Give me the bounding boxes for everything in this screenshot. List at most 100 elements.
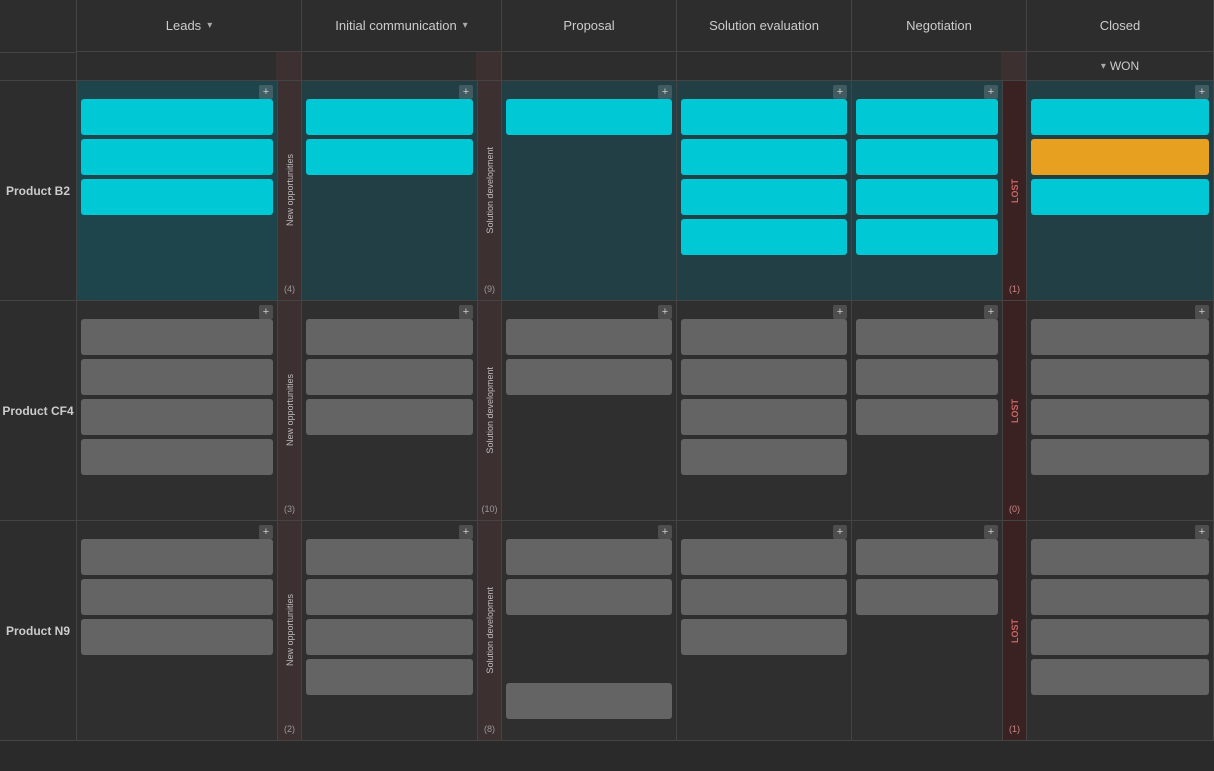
cf4-won-card-4[interactable] bbox=[1031, 439, 1209, 475]
cf4-sol-eval-add[interactable]: + bbox=[833, 305, 847, 319]
cf4-won-card-3[interactable] bbox=[1031, 399, 1209, 435]
product-cf4-label: Product CF4 bbox=[0, 301, 77, 520]
n9-sol-eval-card-1[interactable] bbox=[681, 539, 847, 575]
n9-sol-eval-add[interactable]: + bbox=[833, 525, 847, 539]
b2-won-card-3[interactable] bbox=[1031, 179, 1209, 215]
n9-new-opp-sublane: New opportunities (2) bbox=[277, 521, 302, 740]
b2-won-add[interactable]: + bbox=[1195, 85, 1209, 99]
b2-negotiation-add[interactable]: + bbox=[984, 85, 998, 99]
n9-won-card-1[interactable] bbox=[1031, 539, 1209, 575]
cf4-won-card-1[interactable] bbox=[1031, 319, 1209, 355]
b2-initial-add[interactable]: + bbox=[459, 85, 473, 99]
cf4-leads-card-1[interactable] bbox=[81, 319, 273, 355]
n9-negotiation-add[interactable]: + bbox=[984, 525, 998, 539]
cf4-leads-card-3[interactable] bbox=[81, 399, 273, 435]
n9-sol-dev-label: Solution development bbox=[485, 587, 495, 674]
n9-sol-eval-lane: + bbox=[677, 521, 852, 740]
n9-initial-card-1[interactable] bbox=[306, 539, 473, 575]
n9-initial-card-3[interactable] bbox=[306, 619, 473, 655]
cf4-lost-sublane: LOST (0) bbox=[1002, 301, 1027, 520]
n9-sol-eval-card-2[interactable] bbox=[681, 579, 847, 615]
b2-initial-card-1[interactable] bbox=[306, 99, 473, 135]
b2-neg-card-4[interactable] bbox=[856, 219, 998, 255]
b2-proposal-add[interactable]: + bbox=[658, 85, 672, 99]
cf4-proposal-card-1[interactable] bbox=[506, 319, 672, 355]
cf4-sol-eval-card-4[interactable] bbox=[681, 439, 847, 475]
cf4-leads-card-4[interactable] bbox=[81, 439, 273, 475]
n9-won-card-3[interactable] bbox=[1031, 619, 1209, 655]
cf4-neg-card-3[interactable] bbox=[856, 399, 998, 435]
b2-won-card-1[interactable] bbox=[1031, 99, 1209, 135]
n9-leads-card-3[interactable] bbox=[81, 619, 273, 655]
b2-proposal-card-1[interactable] bbox=[506, 99, 672, 135]
n9-negotiation-lane: + bbox=[852, 521, 1002, 740]
n9-sol-eval-card-3[interactable] bbox=[681, 619, 847, 655]
n9-won-card-4[interactable] bbox=[1031, 659, 1209, 695]
closed-header-label: Closed bbox=[1100, 18, 1140, 33]
n9-initial-card-4[interactable] bbox=[306, 659, 473, 695]
n9-neg-card-2[interactable] bbox=[856, 579, 998, 615]
cf4-neg-card-1[interactable] bbox=[856, 319, 998, 355]
b2-sol-dev-sublane: Solution development (9) bbox=[477, 81, 502, 300]
n9-initial-card-2[interactable] bbox=[306, 579, 473, 615]
closed-chevron-icon[interactable]: ▾ bbox=[1101, 61, 1106, 72]
n9-lost-count: (1) bbox=[1009, 724, 1020, 734]
n9-lost-sublane: LOST (1) bbox=[1002, 521, 1027, 740]
b2-initial-card-2[interactable] bbox=[306, 139, 473, 175]
b2-leads-card-1[interactable] bbox=[81, 99, 273, 135]
solution-eval-header-label: Solution evaluation bbox=[709, 18, 819, 33]
b2-sol-eval-card-3[interactable] bbox=[681, 179, 847, 215]
cf4-sol-eval-card-1[interactable] bbox=[681, 319, 847, 355]
b2-leads-card-2[interactable] bbox=[81, 139, 273, 175]
b2-won-card-2[interactable] bbox=[1031, 139, 1209, 175]
b2-neg-card-1[interactable] bbox=[856, 99, 998, 135]
b2-sol-eval-card-2[interactable] bbox=[681, 139, 847, 175]
product-n9-label: Product N9 bbox=[0, 521, 77, 740]
b2-sol-eval-add[interactable]: + bbox=[833, 85, 847, 99]
cf4-leads-card-2[interactable] bbox=[81, 359, 273, 395]
b2-lost-label: LOST bbox=[1010, 179, 1020, 203]
cf4-leads-add[interactable]: + bbox=[259, 305, 273, 319]
b2-neg-card-2[interactable] bbox=[856, 139, 998, 175]
n9-proposal-card-2[interactable] bbox=[506, 579, 672, 615]
initial-chevron-icon[interactable]: ▾ bbox=[463, 20, 468, 31]
cf4-proposal-add[interactable]: + bbox=[658, 305, 672, 319]
n9-new-opp-count: (2) bbox=[284, 724, 295, 734]
cf4-initial-add[interactable]: + bbox=[459, 305, 473, 319]
cf4-leads-lane: + bbox=[77, 301, 277, 520]
b2-leads-add[interactable]: + bbox=[259, 85, 273, 99]
n9-won-add[interactable]: + bbox=[1195, 525, 1209, 539]
b2-sol-eval-card-1[interactable] bbox=[681, 99, 847, 135]
cf4-initial-card-1[interactable] bbox=[306, 319, 473, 355]
n9-initial-add[interactable]: + bbox=[459, 525, 473, 539]
cf4-sol-eval-card-3[interactable] bbox=[681, 399, 847, 435]
cf4-sol-dev-count: (10) bbox=[481, 504, 497, 514]
n9-leads-add[interactable]: + bbox=[259, 525, 273, 539]
n9-proposal-card-3[interactable] bbox=[506, 683, 672, 719]
b2-neg-card-3[interactable] bbox=[856, 179, 998, 215]
b2-leads-card-3[interactable] bbox=[81, 179, 273, 215]
cf4-initial-lane: + bbox=[302, 301, 477, 520]
cf4-won-add[interactable]: + bbox=[1195, 305, 1209, 319]
cf4-negotiation-lane: + bbox=[852, 301, 1002, 520]
b2-lost-count: (1) bbox=[1009, 284, 1020, 294]
n9-won-card-2[interactable] bbox=[1031, 579, 1209, 615]
cf4-initial-card-2[interactable] bbox=[306, 359, 473, 395]
cf4-won-lane: + bbox=[1027, 301, 1214, 520]
cf4-sol-eval-card-2[interactable] bbox=[681, 359, 847, 395]
n9-neg-card-1[interactable] bbox=[856, 539, 998, 575]
cf4-neg-card-2[interactable] bbox=[856, 359, 998, 395]
cf4-proposal-card-2[interactable] bbox=[506, 359, 672, 395]
n9-lost-label: LOST bbox=[1010, 619, 1020, 643]
n9-leads-card-1[interactable] bbox=[81, 539, 273, 575]
product-row-b2: Product B2 + New opportunities (4) + bbox=[0, 81, 1214, 301]
cf4-negotiation-add[interactable]: + bbox=[984, 305, 998, 319]
n9-proposal-card-1[interactable] bbox=[506, 539, 672, 575]
cf4-won-card-2[interactable] bbox=[1031, 359, 1209, 395]
cf4-initial-card-3[interactable] bbox=[306, 399, 473, 435]
b2-sol-eval-card-4[interactable] bbox=[681, 219, 847, 255]
n9-new-opp-label: New opportunities bbox=[285, 594, 295, 666]
n9-proposal-add[interactable]: + bbox=[658, 525, 672, 539]
n9-leads-card-2[interactable] bbox=[81, 579, 273, 615]
leads-chevron-icon[interactable]: ▾ bbox=[207, 20, 212, 31]
